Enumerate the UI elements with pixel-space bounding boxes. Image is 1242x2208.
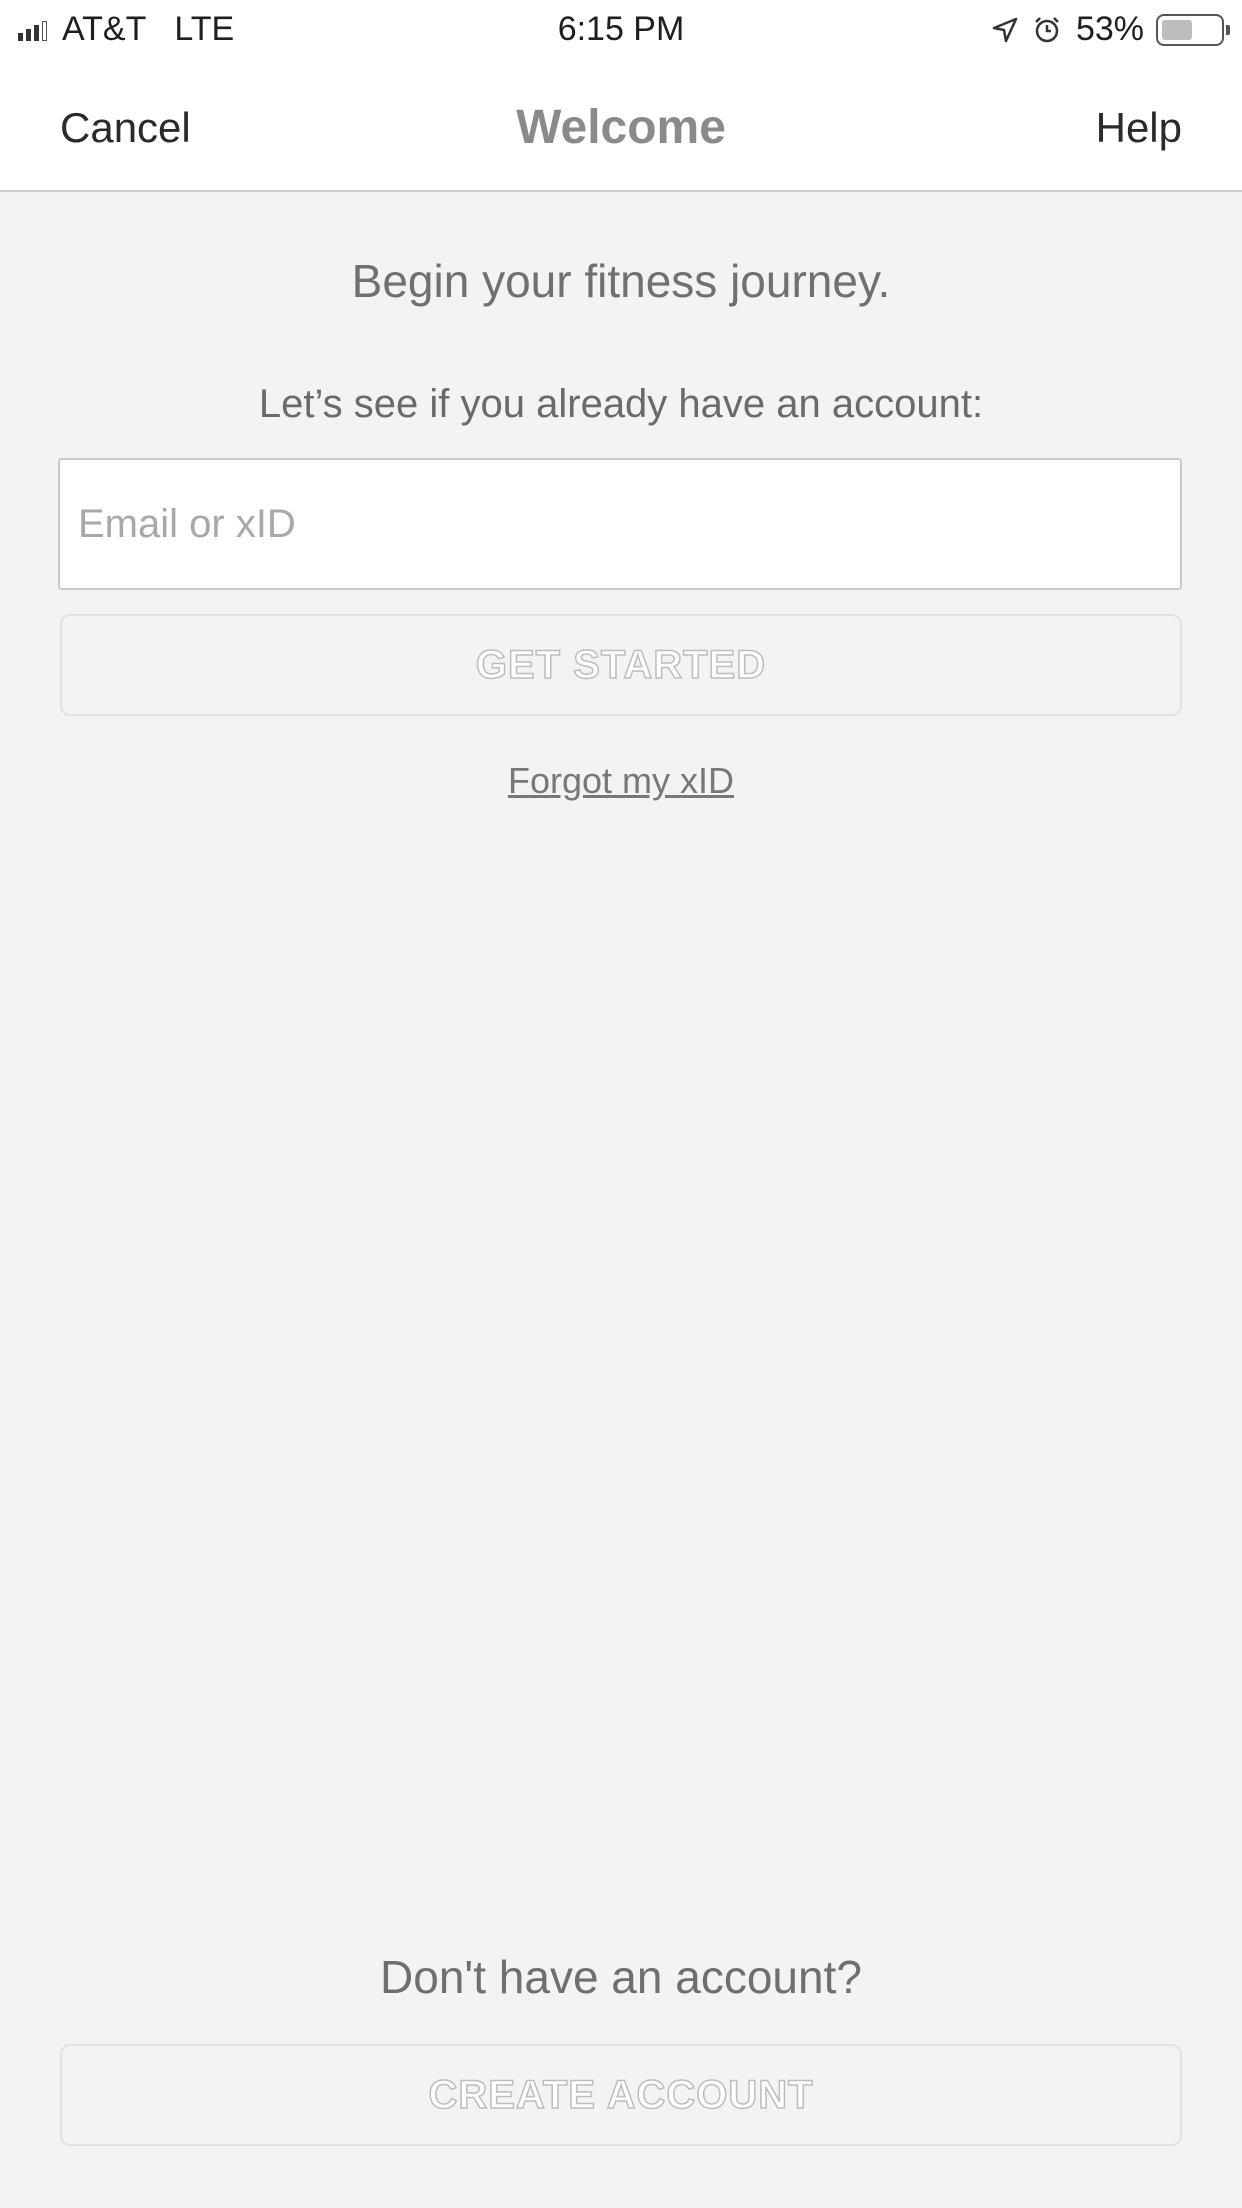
welcome-screen: AT&T LTE 6:15 PM 53% Cancel Welcome Help… (0, 0, 1242, 2208)
alarm-icon (1035, 16, 1059, 42)
battery-fill (1162, 19, 1192, 40)
nav-bar: Cancel Welcome Help (0, 62, 1242, 192)
page-title: Welcome (516, 101, 726, 154)
battery-percent: 53% (1075, 10, 1144, 48)
heading: Begin your fitness journey. (351, 255, 891, 307)
get-started-button[interactable]: GET STARTED (60, 614, 1182, 716)
status-right: 53% (992, 10, 1230, 49)
create-account-button[interactable]: CREATE ACCOUNT (60, 2044, 1182, 2146)
no-account-text: Don't have an account? (380, 1951, 862, 2003)
subheading: Let’s see if you already have an account… (258, 382, 984, 426)
battery-icon (1156, 13, 1230, 46)
forgot-xid-link[interactable]: Forgot my xID (0, 760, 1242, 802)
status-bar: AT&T LTE 6:15 PM 53% (0, 0, 1242, 62)
email-field[interactable] (58, 458, 1182, 590)
main-content: Begin your fitness journey. Let’s see if… (0, 192, 1242, 2208)
location-arrow-icon (992, 17, 1018, 42)
help-button[interactable]: Help (1096, 104, 1182, 152)
